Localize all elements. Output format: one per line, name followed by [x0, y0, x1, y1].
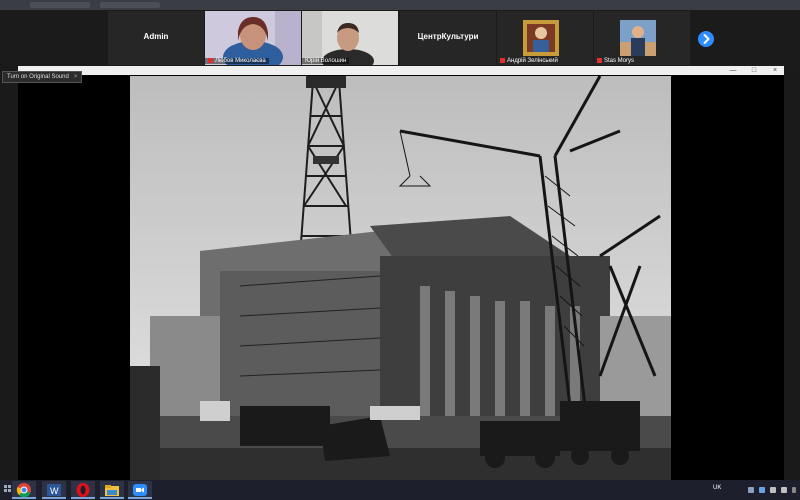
- muted-mic-icon: [597, 57, 602, 63]
- close-button[interactable]: ×: [770, 67, 780, 74]
- participant-tile-video[interactable]: Юрій Волошин: [302, 11, 398, 65]
- windows-taskbar: W UK: [0, 480, 800, 500]
- participant-name: ЦентрКультури: [417, 32, 479, 41]
- opera-icon[interactable]: [71, 481, 95, 499]
- file-explorer-icon[interactable]: [100, 481, 124, 499]
- tooltip-text: Turn on Original Sound: [7, 74, 69, 80]
- tray-icon[interactable]: [748, 487, 754, 493]
- windows-start-icon[interactable]: [0, 481, 11, 499]
- svg-text:W: W: [50, 486, 59, 496]
- chevron-right-icon[interactable]: [698, 31, 714, 47]
- participant-name: Stas Morys: [604, 58, 635, 64]
- avatar: [620, 20, 656, 56]
- participant-label: Юрій Волошин: [302, 58, 350, 64]
- participant-tile-video[interactable]: Любов Миколаєва: [205, 11, 301, 65]
- minimize-button[interactable]: —: [728, 67, 738, 74]
- participant-name: Admin: [143, 32, 169, 41]
- tray-icon[interactable]: [759, 487, 765, 493]
- participant-tile-avatar[interactable]: Андрій Зелінський: [497, 11, 593, 65]
- browser-tab-strip: [0, 0, 800, 10]
- participant-tile-avatar[interactable]: Stas Morys: [594, 11, 690, 65]
- shared-photo: [130, 76, 671, 480]
- word-icon[interactable]: W: [42, 481, 66, 499]
- participant-label: Андрій Зелінський: [497, 57, 558, 64]
- muted-mic-icon: [208, 57, 213, 63]
- participant-name: Андрій Зелінський: [507, 58, 558, 64]
- participant-tile-centr-kultury[interactable]: ЦентрКультури: [400, 11, 496, 65]
- network-icon[interactable]: [770, 487, 776, 493]
- shared-window-titlebar: — □ ×: [18, 66, 784, 75]
- participant-tile-admin[interactable]: Admin: [108, 11, 204, 65]
- participant-video: [302, 11, 398, 65]
- reactor-construction-photo: [130, 76, 671, 480]
- maximize-button[interactable]: □: [749, 67, 759, 74]
- language-indicator[interactable]: UK: [713, 485, 721, 491]
- participant-video: [205, 11, 301, 65]
- shared-screen: — □ ×: [18, 66, 784, 480]
- participant-label: Любов Миколаєва: [205, 57, 269, 64]
- browser-tab[interactable]: [100, 2, 160, 8]
- chrome-icon[interactable]: [12, 481, 36, 499]
- original-sound-tooltip[interactable]: Turn on Original Sound ×: [2, 71, 83, 83]
- show-desktop-button[interactable]: [792, 487, 796, 493]
- participant-name: Юрій Волошин: [305, 58, 347, 64]
- browser-tab[interactable]: [30, 2, 90, 8]
- participant-gallery: Admin Любов Миколаєва Юрій Волошин Центр…: [0, 10, 800, 66]
- muted-mic-icon: [500, 57, 505, 63]
- zoom-icon[interactable]: [128, 481, 152, 499]
- close-icon[interactable]: ×: [74, 74, 78, 80]
- participant-label: Stas Morys: [594, 57, 635, 64]
- volume-icon[interactable]: [781, 487, 787, 493]
- avatar: [523, 20, 559, 56]
- participant-name: Любов Миколаєва: [215, 58, 266, 64]
